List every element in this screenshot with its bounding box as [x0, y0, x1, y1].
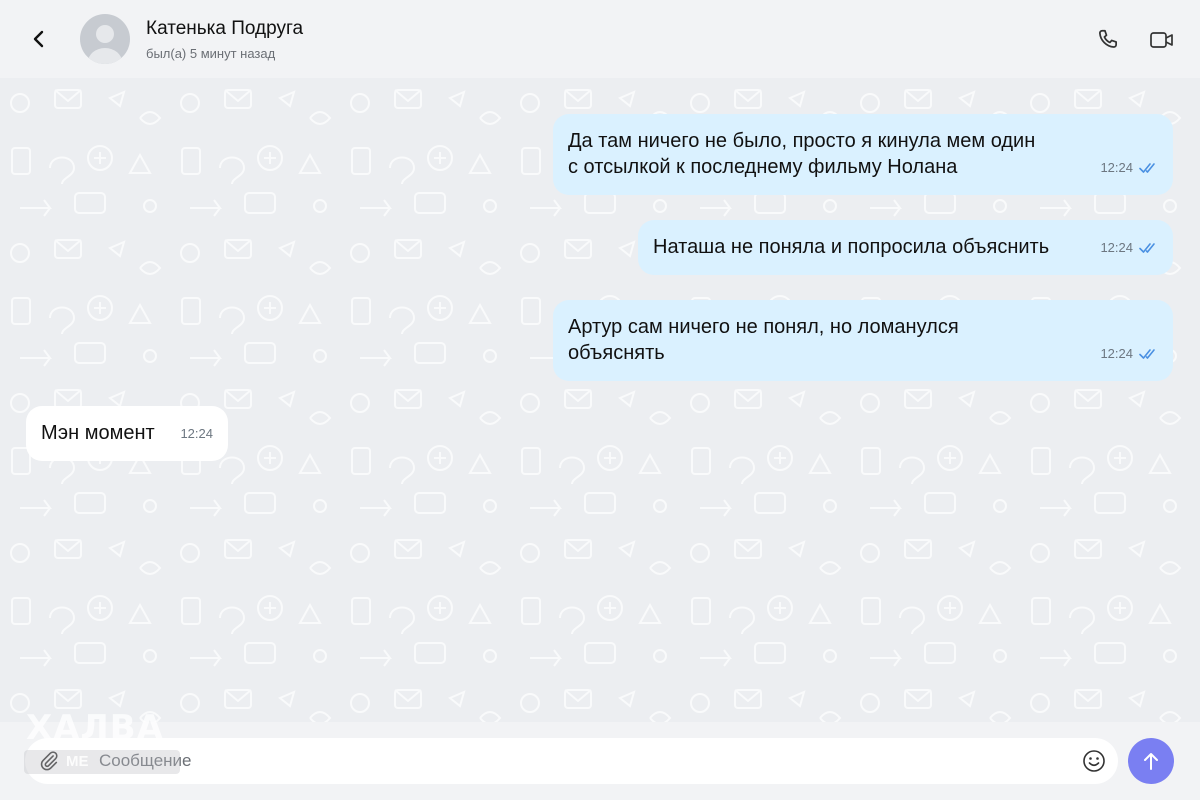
- user-placeholder-icon: [88, 25, 122, 64]
- message-bubble-outgoing[interactable]: Да там ничего не было, просто я кинула м…: [553, 114, 1173, 195]
- send-button[interactable]: [1128, 738, 1174, 784]
- contact-status: был(а) 5 минут назад: [146, 46, 276, 61]
- message-text: Артур сам ничего не понял, но ломанулся …: [568, 316, 959, 364]
- message-meta: 12:24: [1100, 155, 1157, 181]
- composer: [0, 722, 1200, 800]
- chat-header: Катенька Подруга был(а) 5 минут назад: [0, 0, 1200, 78]
- double-check-icon: [1139, 243, 1155, 253]
- phone-icon: [1099, 29, 1117, 48]
- message-meta: 12:24: [180, 421, 213, 447]
- message-time: 12:24: [1100, 346, 1133, 361]
- arrow-up-icon: [1144, 753, 1158, 770]
- emoji-icon: [1083, 750, 1105, 772]
- video-camera-icon: [1150, 32, 1173, 48]
- avatar[interactable]: [80, 14, 130, 64]
- message-list[interactable]: Да там ничего не было, просто я кинула м…: [0, 78, 1200, 722]
- chat-app: Катенька Подруга был(а) 5 минут назад Да…: [0, 0, 1200, 800]
- double-check-icon: [1139, 163, 1155, 173]
- call-button[interactable]: [1092, 24, 1124, 56]
- message-bubble-incoming[interactable]: Мэн момент 12:24: [26, 406, 228, 461]
- message-text: Наташа не поняла и попросила объяснить: [653, 236, 1050, 258]
- message-time: 12:24: [180, 426, 213, 441]
- message-time: 12:24: [1100, 160, 1133, 175]
- emoji-button[interactable]: [1081, 748, 1107, 774]
- message-meta: 12:24: [1100, 235, 1157, 261]
- message-input[interactable]: [99, 746, 1059, 776]
- message-bubble-outgoing[interactable]: Наташа не поняла и попросила объяснить 1…: [638, 220, 1173, 275]
- message-bubble-outgoing[interactable]: Артур сам ничего не понял, но ломанулся …: [553, 300, 1173, 381]
- message-meta: 12:24: [1100, 341, 1157, 367]
- back-button[interactable]: [22, 22, 56, 56]
- message-time: 12:24: [1100, 240, 1133, 255]
- attach-button[interactable]: [37, 749, 61, 773]
- video-call-button[interactable]: [1145, 24, 1179, 56]
- message-text: Да там ничего не было, просто я кинула м…: [568, 130, 1036, 178]
- chevron-left-icon: [33, 30, 44, 48]
- double-check-icon: [1139, 349, 1155, 359]
- paperclip-icon: [40, 751, 58, 771]
- message-input-box[interactable]: [25, 738, 1118, 784]
- contact-name[interactable]: Катенька Подруга: [146, 18, 303, 40]
